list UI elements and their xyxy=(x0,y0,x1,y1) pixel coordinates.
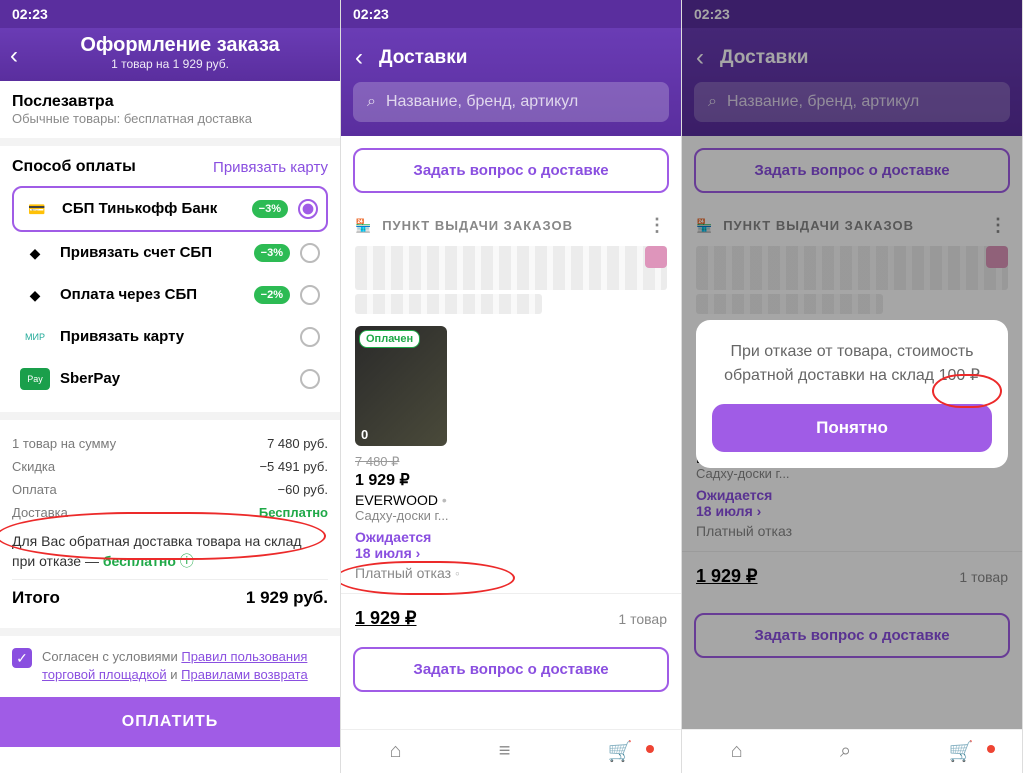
back-icon[interactable]: ‹ xyxy=(355,44,363,72)
nav-search-icon[interactable]: ⌕ xyxy=(840,740,851,763)
header: ‹ Оформление заказа 1 товар на 1 929 руб… xyxy=(0,28,340,81)
delivery-block: Послезавтра Обычные товары: бесплатная д… xyxy=(0,81,340,146)
price: 1 929 ₽ xyxy=(355,470,667,490)
radio-icon xyxy=(300,369,320,389)
more-icon[interactable]: ⋮ xyxy=(648,215,667,236)
product-name: Садху-доски г... xyxy=(355,508,667,523)
product-card[interactable]: Оплачен 0 xyxy=(355,326,667,446)
total-price: 1 929 ₽ xyxy=(355,608,417,629)
paid-refusal[interactable]: Платный отказ ◦ xyxy=(355,565,667,581)
sbp-icon: ◆ xyxy=(20,242,50,264)
nav-cart-icon[interactable]: 🛒 xyxy=(608,739,633,764)
product-image: Оплачен 0 xyxy=(355,326,447,446)
sber-icon: Pay xyxy=(20,368,50,390)
radio-icon xyxy=(300,327,320,347)
sbp-icon: 💳 xyxy=(22,198,52,220)
summary-block: 1 товар на сумму7 480 руб. Скидка−5 491 … xyxy=(0,420,340,636)
payment-option-card[interactable]: МИР Привязать карту xyxy=(12,316,328,358)
ask-delivery-button[interactable]: Задать вопрос о доставке xyxy=(353,148,669,193)
qr-icon[interactable] xyxy=(645,246,667,268)
payment-option-sbp-account[interactable]: ◆ Привязать счет СБП −3% xyxy=(12,232,328,274)
bottom-nav: ⌂ ⌕ 🛒 xyxy=(682,729,1022,773)
status-bar: 02:23 xyxy=(0,0,340,28)
modal-text: При отказе от товара, стоимость обратной… xyxy=(712,340,992,388)
payment-header: Способ оплаты xyxy=(12,158,136,176)
screen-deliveries: 02:23 ‹ Доставки ⌕ Название, бренд, арти… xyxy=(341,0,682,773)
blurred-address xyxy=(355,246,667,290)
payment-option-sberpay[interactable]: Pay SberPay xyxy=(12,358,328,400)
sbp-icon: ◆ xyxy=(20,284,50,306)
radio-icon xyxy=(298,199,318,219)
mir-icon: МИР xyxy=(20,326,50,348)
brand: EVERWOOD • xyxy=(355,492,667,508)
blurred-address xyxy=(355,294,542,314)
paid-badge: Оплачен xyxy=(359,330,420,348)
delivery-day: Послезавтра xyxy=(12,93,328,111)
nav-home-icon[interactable]: ⌂ xyxy=(390,740,402,763)
screen-checkout: 02:23 ‹ Оформление заказа 1 товар на 1 9… xyxy=(0,0,341,773)
screen-deliveries-modal: 02:23 ‹ Доставки ⌕ Название, бренд, арти… xyxy=(682,0,1023,773)
radio-icon xyxy=(300,285,320,305)
payment-option-sbp-tinkoff[interactable]: 💳 СБП Тинькофф Банк −3% xyxy=(12,186,328,232)
header: ‹ Доставки ⌕ Название, бренд, артикул xyxy=(341,28,681,136)
link-card[interactable]: Привязать карту xyxy=(213,159,328,176)
store-icon: 🏪 xyxy=(355,218,372,234)
search-input[interactable]: ⌕ Название, бренд, артикул xyxy=(353,82,669,122)
ok-button[interactable]: Понятно xyxy=(712,404,992,452)
radio-icon xyxy=(300,243,320,263)
bottom-nav: ⌂ ≡ 🛒 xyxy=(341,729,681,773)
pay-button[interactable]: ОПЛАТИТЬ xyxy=(0,697,340,747)
total-line: 1 929 ₽ 1 товар xyxy=(341,593,681,643)
nav-home-icon[interactable]: ⌂ xyxy=(731,740,743,763)
return-note: Для Вас обратная доставка товара на скла… xyxy=(12,524,328,579)
ask-delivery-button[interactable]: Задать вопрос о доставке xyxy=(353,647,669,692)
delivery-note: Обычные товары: бесплатная доставка xyxy=(12,111,328,126)
payment-option-sbp-pay[interactable]: ◆ Оплата через СБП −2% xyxy=(12,274,328,316)
page-title: Оформление заказа xyxy=(32,34,328,57)
page-subtitle: 1 товар на 1 929 руб. xyxy=(12,57,328,71)
expected-date[interactable]: 18 июля › xyxy=(355,545,667,561)
agree-row[interactable]: ✓ Согласен с условиями Правил пользовани… xyxy=(0,636,340,696)
return-rules-link[interactable]: Правилами возврата xyxy=(181,667,308,682)
refusal-modal: При отказе от товара, стоимость обратной… xyxy=(696,320,1008,468)
old-price: 7 480 ₽ xyxy=(355,454,667,470)
search-icon: ⌕ xyxy=(367,93,376,111)
qty-badge: 0 xyxy=(361,427,368,442)
total-count: 1 товар xyxy=(618,611,667,627)
checkbox-icon[interactable]: ✓ xyxy=(12,648,32,668)
expected-label: Ожидается xyxy=(355,529,667,545)
page-title: Доставки xyxy=(379,47,467,69)
pickup-point-header[interactable]: 🏪 ПУНКТ ВЫДАЧИ ЗАКАЗОВ ⋮ xyxy=(355,205,667,246)
nav-cart-icon[interactable]: 🛒 xyxy=(948,739,973,764)
status-bar: 02:23 xyxy=(341,0,681,28)
payment-block: Способ оплаты Привязать карту 💳 СБП Тинь… xyxy=(0,146,340,420)
nav-catalog-icon[interactable]: ≡ xyxy=(499,740,511,763)
